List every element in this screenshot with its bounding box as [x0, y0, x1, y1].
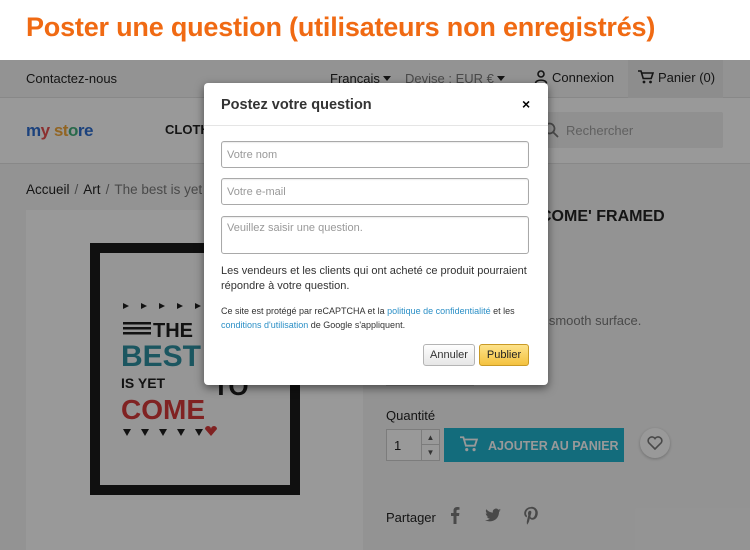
captcha-text: Ce site est protégé par reCAPTCHA et la — [221, 306, 388, 316]
cancel-button[interactable]: Annuler — [423, 344, 475, 366]
question-modal: Postez votre question × Les vendeurs et … — [204, 83, 548, 385]
recaptcha-notice: Ce site est protégé par reCAPTCHA et la … — [221, 304, 533, 332]
submit-button[interactable]: Publier — [479, 344, 529, 366]
banner: Poster une question (utilisateurs non en… — [0, 0, 750, 60]
close-icon[interactable]: × — [522, 96, 530, 112]
question-field[interactable] — [221, 216, 529, 254]
captcha-text: et les — [490, 306, 515, 316]
modal-header: Postez votre question × — [204, 83, 548, 126]
email-field[interactable] — [221, 178, 529, 205]
captcha-text: de Google s'appliquent. — [308, 320, 406, 330]
name-field[interactable] — [221, 141, 529, 168]
privacy-policy-link[interactable]: politique de confidentialité — [387, 306, 491, 316]
banner-title: Poster une question (utilisateurs non en… — [26, 12, 656, 42]
help-text: Les vendeurs et les clients qui ont ache… — [221, 265, 527, 292]
modal-title: Postez votre question — [221, 97, 372, 113]
terms-link[interactable]: conditions d'utilisation — [221, 320, 308, 330]
